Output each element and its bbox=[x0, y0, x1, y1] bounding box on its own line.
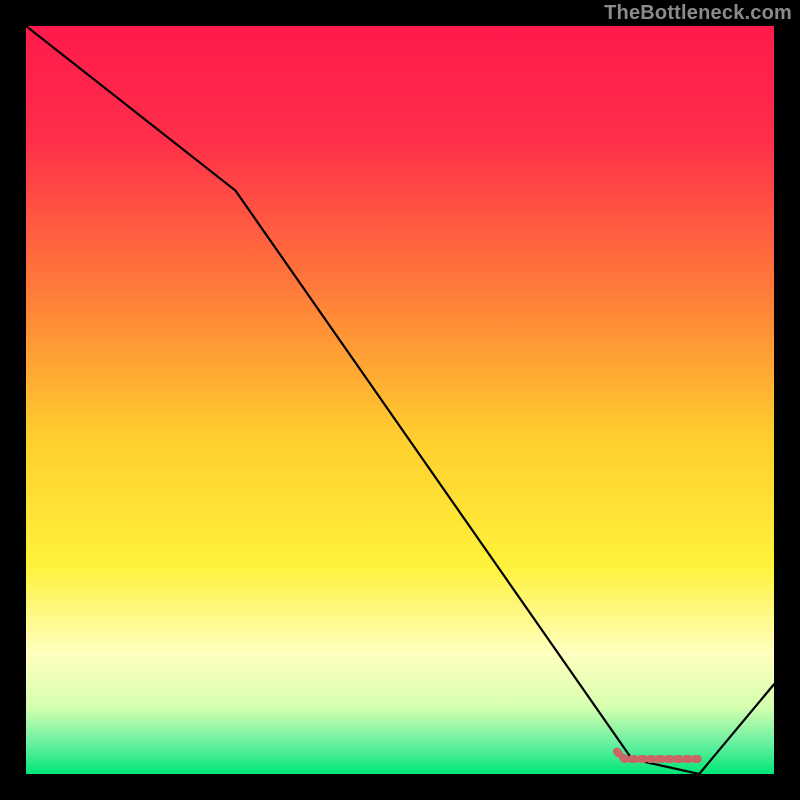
bottleneck-chart bbox=[0, 0, 800, 800]
watermark-text: TheBottleneck.com bbox=[604, 2, 792, 25]
chart-stage: TheBottleneck.com bbox=[0, 0, 800, 800]
plot-background bbox=[26, 26, 774, 774]
